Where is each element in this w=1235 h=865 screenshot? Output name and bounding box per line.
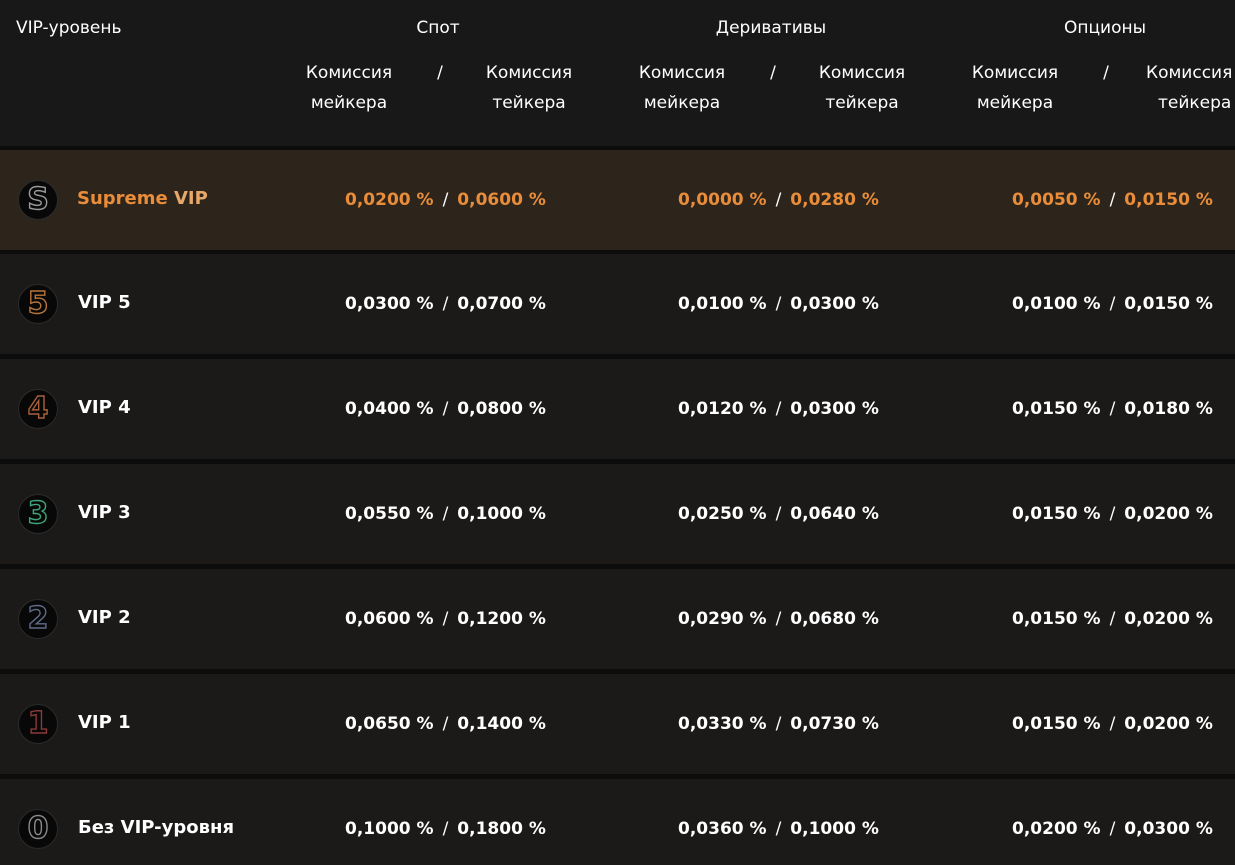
derivatives-fees: 0,0290 %/0,0680 % xyxy=(678,609,879,629)
spot-fees: 0,0600 %/0,1200 % xyxy=(345,609,546,629)
vip4-badge-icon: 4 xyxy=(18,389,58,429)
tier-name: VIP 2 xyxy=(78,607,131,628)
derivatives-fees: 0,0120 %/0,0300 % xyxy=(678,399,879,419)
options-fees: 0,0150 %/0,0180 % xyxy=(1012,399,1213,419)
spot-fees: 0,1000 %/0,1800 % xyxy=(345,819,546,839)
table-row-vip5: 5 VIP 5 0,0300 %/0,0700 % 0,0100 %/0,030… xyxy=(0,254,1235,354)
table-row-no-vip: 0 Без VIP-уровня 0,1000 %/0,1800 % 0,036… xyxy=(0,779,1235,865)
spot-fees: 0,0550 %/0,1000 % xyxy=(345,504,546,524)
spot-group-title: Спот xyxy=(416,18,460,38)
spot-fees: 0,0400 %/0,0800 % xyxy=(345,399,546,419)
options-fees: 0,0050 %/0,0150 % xyxy=(1012,190,1213,210)
tier-name: Supreme VIP xyxy=(77,188,208,209)
tier-name: VIP 3 xyxy=(78,502,131,523)
derivatives-taker-header: Комиссия тейкера xyxy=(818,63,906,113)
options-taker-header: Комиссия тейкера xyxy=(1146,63,1233,113)
options-group-title: Опционы xyxy=(1063,18,1147,38)
vip5-badge-icon: 5 xyxy=(18,284,58,324)
spot-header-slash: / xyxy=(437,63,443,83)
spot-fees: 0,0300 %/0,0700 % xyxy=(345,294,546,314)
derivatives-fees: 0,0250 %/0,0640 % xyxy=(678,504,879,524)
supreme-badge-icon: S xyxy=(18,180,58,220)
table-row-vip4: 4 VIP 4 0,0400 %/0,0800 % 0,0120 %/0,030… xyxy=(0,359,1235,459)
vip1-badge-icon: 1 xyxy=(18,704,58,744)
options-fees: 0,0200 %/0,0300 % xyxy=(1012,819,1213,839)
spot-taker-header: Комиссия тейкера xyxy=(485,63,573,113)
vip3-badge-icon: 3 xyxy=(18,494,58,534)
tier-name: VIP 1 xyxy=(78,712,131,733)
table-row-supreme-vip: S Supreme VIP 0,0200 %/0,0600 % 0,0000 %… xyxy=(0,150,1235,250)
tier-column-header: VIP-уровень xyxy=(16,18,122,38)
options-header-slash: / xyxy=(1103,63,1109,83)
novip-badge-icon: 0 xyxy=(18,809,58,849)
derivatives-fees: 0,0100 %/0,0300 % xyxy=(678,294,879,314)
options-fees: 0,0150 %/0,0200 % xyxy=(1012,714,1213,734)
table-header: VIP-уровень Спот Комиссия мейкера / Коми… xyxy=(0,0,1235,146)
table-row-vip3: 3 VIP 3 0,0550 %/0,1000 % 0,0250 %/0,064… xyxy=(0,464,1235,564)
options-fees: 0,0150 %/0,0200 % xyxy=(1012,504,1213,524)
spot-maker-header: Комиссия мейкера xyxy=(305,63,393,113)
spot-fees: 0,0650 %/0,1400 % xyxy=(345,714,546,734)
table-row-vip2: 2 VIP 2 0,0600 %/0,1200 % 0,0290 %/0,068… xyxy=(0,569,1235,669)
derivatives-group-title: Деривативы xyxy=(715,18,827,38)
options-fees: 0,0150 %/0,0200 % xyxy=(1012,609,1213,629)
spot-fees: 0,0200 %/0,0600 % xyxy=(345,190,546,210)
derivatives-fees: 0,0360 %/0,1000 % xyxy=(678,819,879,839)
derivatives-header-slash: / xyxy=(770,63,776,83)
vip-fee-table: VIP-уровень Спот Комиссия мейкера / Коми… xyxy=(0,0,1235,865)
derivatives-maker-header: Комиссия мейкера xyxy=(638,63,726,113)
tier-name: VIP 5 xyxy=(78,292,131,313)
vip2-badge-icon: 2 xyxy=(18,599,58,639)
derivatives-fees: 0,0330 %/0,0730 % xyxy=(678,714,879,734)
tier-name: VIP 4 xyxy=(78,397,131,418)
table-row-vip1: 1 VIP 1 0,0650 %/0,1400 % 0,0330 %/0,073… xyxy=(0,674,1235,774)
derivatives-fees: 0,0000 %/0,0280 % xyxy=(678,190,879,210)
tier-name: Без VIP-уровня xyxy=(78,817,234,838)
options-maker-header: Комиссия мейкера xyxy=(971,63,1059,113)
options-fees: 0,0100 %/0,0150 % xyxy=(1012,294,1213,314)
